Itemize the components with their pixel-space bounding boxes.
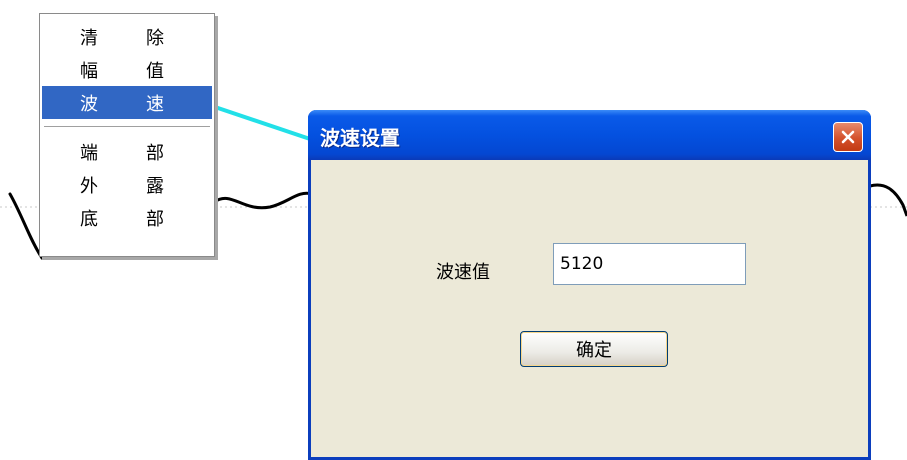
dialog-title-bar[interactable]: 波速设置 — [308, 110, 871, 160]
menu-separator — [44, 126, 210, 128]
menu-item-clear-char2: 除 — [146, 27, 164, 49]
menu-item-end[interactable]: 端 部 — [42, 135, 212, 168]
menu-item-wave-speed-char1: 波 — [80, 93, 98, 115]
menu-item-bottom-char2: 部 — [146, 208, 164, 230]
ok-button[interactable]: 确定 — [520, 331, 668, 367]
context-menu: 清 除 幅 值 波 速 端 部 外 露 底 部 — [39, 13, 215, 257]
menu-item-wave-speed[interactable]: 波 速 — [42, 86, 212, 119]
menu-item-bottom[interactable]: 底 部 — [42, 201, 212, 234]
close-icon — [841, 130, 855, 144]
menu-item-clear-char1: 清 — [80, 27, 98, 49]
menu-item-exposed[interactable]: 外 露 — [42, 168, 212, 201]
menu-item-amplitude-char2: 值 — [146, 60, 164, 82]
menu-item-exposed-char1: 外 — [80, 175, 98, 197]
menu-item-amplitude[interactable]: 幅 值 — [42, 53, 212, 86]
menu-item-wave-speed-char2: 速 — [146, 93, 164, 115]
wave-speed-label: 波速值 — [436, 262, 490, 283]
menu-item-end-char2: 部 — [146, 142, 164, 164]
connector-line — [211, 104, 314, 142]
wave-speed-dialog: 波速设置 波速值 确定 — [308, 110, 871, 460]
menu-item-bottom-char1: 底 — [80, 208, 98, 230]
menu-item-clear[interactable]: 清 除 — [42, 20, 212, 53]
wave-speed-input[interactable] — [553, 243, 746, 285]
waveform-trace-right — [869, 183, 907, 217]
menu-item-end-char1: 端 — [80, 142, 98, 164]
close-button[interactable] — [833, 122, 863, 152]
menu-item-amplitude-char1: 幅 — [80, 60, 98, 82]
dialog-title: 波速设置 — [320, 126, 400, 150]
menu-item-exposed-char2: 露 — [146, 175, 164, 197]
